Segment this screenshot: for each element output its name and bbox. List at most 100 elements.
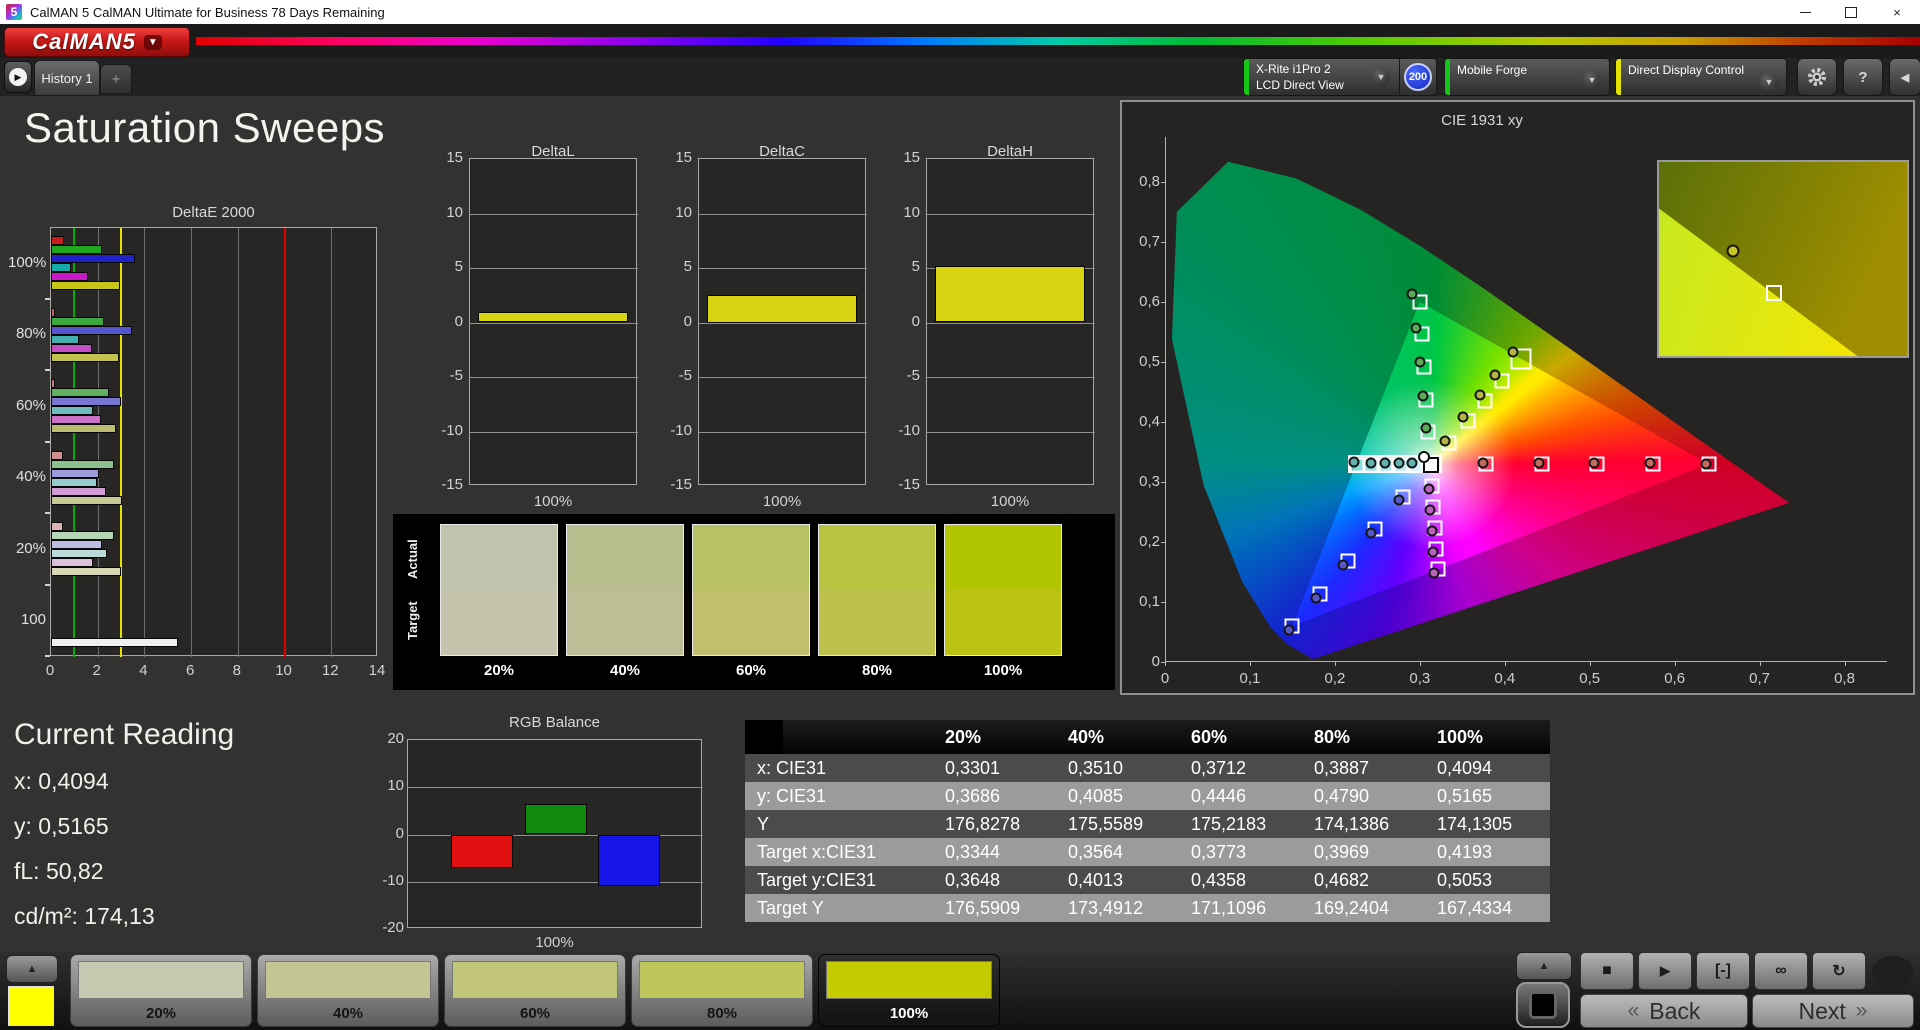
stop-button[interactable]: ■ — [1580, 952, 1634, 990]
pattern-window-button[interactable] — [1516, 982, 1570, 1028]
table-cell: 175,5589 — [1068, 813, 1144, 834]
group-tick — [45, 297, 50, 300]
group-label: 80% — [15, 325, 46, 343]
meter-line2: LCD Direct View — [1256, 78, 1344, 92]
y-tick-label: 0 — [454, 312, 463, 330]
measured-point-magenta — [1424, 504, 1436, 516]
x-tick-label: 10 — [275, 662, 292, 679]
calman-menu-button[interactable]: CalMAN5 ▼ — [4, 27, 190, 57]
x-tick-label: 0 — [1160, 670, 1170, 687]
delta_l-plot-area — [469, 158, 638, 485]
measured-point-yellow — [1457, 411, 1469, 423]
deltae-bar-yellow — [51, 424, 117, 433]
table-cell: 0,4682 — [1314, 869, 1370, 890]
minimize-button[interactable] — [1782, 0, 1828, 24]
next-button[interactable]: Next » — [1752, 994, 1914, 1028]
y-tick — [1161, 242, 1165, 243]
calman-logo: CalMAN5 — [32, 29, 136, 54]
collapse-transport-button[interactable]: ▲ — [1516, 952, 1572, 980]
y-tick — [1161, 182, 1165, 183]
reading-cdm: cd/m²: 174,13 — [14, 903, 155, 929]
table-row: Target x:CIE31 0,3344 0,3564 0,3773 0,3969 0,… — [745, 838, 1550, 866]
layout-nav-button[interactable]: ▶ — [4, 61, 32, 93]
meter-dropdown[interactable]: X-Rite i1Pro 2 LCD Direct View ▼ 200 — [1243, 58, 1437, 96]
pattern-button-20%[interactable]: 20% — [70, 954, 252, 1027]
question-icon: ? — [1858, 68, 1868, 86]
tab-history-1[interactable]: History 1 — [34, 60, 100, 96]
delta_c-bar — [707, 295, 857, 323]
gridline — [191, 228, 193, 657]
continuous-button[interactable]: ∞ — [1754, 952, 1808, 990]
add-tab-button[interactable]: + — [100, 64, 132, 94]
table-cell: 0,3773 — [1191, 841, 1247, 862]
deltae-bar-magenta — [51, 343, 92, 353]
close-button[interactable]: × — [1874, 0, 1920, 24]
x-category-label: 100% — [533, 493, 573, 510]
pattern-button-80%[interactable]: 80% — [631, 954, 813, 1027]
maximize-button[interactable] — [1828, 0, 1874, 24]
deltae-bar-red — [51, 450, 63, 460]
display-control-label: Direct Display Control — [1628, 63, 1745, 77]
window-title: CalMAN 5 CalMAN Ultimate for Business 78… — [30, 4, 385, 20]
table-cell: 0,3969 — [1314, 841, 1370, 862]
column-header: 80% — [1314, 726, 1351, 747]
inset-target-point — [1766, 284, 1783, 301]
loop-icon: ↻ — [1832, 963, 1846, 980]
help-button[interactable]: ? — [1843, 58, 1883, 96]
y-tick-label: -20 — [382, 919, 404, 936]
table-cell: 0,3344 — [945, 841, 1001, 862]
y-tick-label: -10 — [441, 421, 463, 439]
x-tick-label: 0 — [45, 662, 55, 679]
gridline — [699, 213, 867, 215]
pattern-swatch — [265, 961, 431, 999]
pattern-button-100%[interactable]: 100% — [818, 954, 1000, 1027]
y-tick-label: 0,8 — [1139, 173, 1160, 190]
deltae-bar-green — [51, 531, 115, 540]
group-label: 100 — [20, 611, 46, 629]
y-tick-label: 0,4 — [1139, 413, 1160, 430]
gridline — [927, 431, 1095, 433]
group-tick — [45, 369, 50, 371]
current-pattern-swatch — [8, 986, 54, 1026]
gridline — [97, 228, 99, 657]
x-tick-label: 0,5 — [1579, 670, 1601, 687]
measured-point-magenta — [1427, 546, 1439, 558]
play-button[interactable]: ▶ — [1638, 952, 1692, 990]
y-tick-label: -5 — [678, 367, 692, 384]
pattern-button-40%[interactable]: 40% — [257, 954, 439, 1027]
table-cell: 0,3510 — [1068, 757, 1124, 778]
display-control-dropdown[interactable]: Direct Display Control ▼ — [1615, 58, 1787, 96]
deltae-bar-magenta — [51, 272, 89, 281]
range-button[interactable]: [-] — [1696, 952, 1750, 990]
y-tick-label: -15 — [898, 476, 920, 493]
pattern-swatch — [639, 961, 805, 999]
column-header: 60% — [1191, 726, 1228, 747]
column-header: 20% — [945, 726, 982, 747]
back-button[interactable]: « Back — [1580, 994, 1748, 1028]
disabled-slot — [1872, 956, 1914, 988]
deltae-bar-white — [51, 637, 179, 647]
row-label: Target x:CIE31 — [757, 841, 877, 862]
y-tick-label: -5 — [449, 367, 463, 384]
loop-button[interactable]: ↻ — [1812, 952, 1866, 990]
delta-h-chart: DeltaH 15 10 5 0 -5 -10 -15 100% — [852, 143, 1102, 510]
table-cell: 0,3887 — [1314, 757, 1370, 778]
gridline — [699, 268, 867, 269]
settings-button[interactable] — [1797, 58, 1837, 96]
rgb-bar-red — [450, 834, 513, 868]
meter-badge: 200 — [1404, 63, 1432, 91]
pattern-button-60%[interactable]: 60% — [444, 954, 626, 1027]
measured-point-cyan — [1365, 457, 1377, 469]
collapse-pattern-bar-button[interactable]: ▲ — [6, 955, 58, 983]
measured-point-green — [1406, 288, 1418, 300]
y-tick — [1161, 482, 1165, 483]
collapse-toolbar-button[interactable]: ◀ — [1889, 58, 1920, 96]
rgb-bar-green — [524, 803, 587, 835]
table-cell: 175,2183 — [1191, 813, 1267, 834]
table-row: Target Y 176,5909 173,4912 171,1096 169,2404… — [745, 894, 1550, 922]
y-tick — [1161, 422, 1165, 423]
measured-point-yellow — [1474, 389, 1486, 401]
swatch-label: 20% — [483, 662, 515, 679]
source-dropdown[interactable]: Mobile Forge ▼ — [1444, 58, 1610, 96]
x-tick — [1165, 662, 1166, 666]
